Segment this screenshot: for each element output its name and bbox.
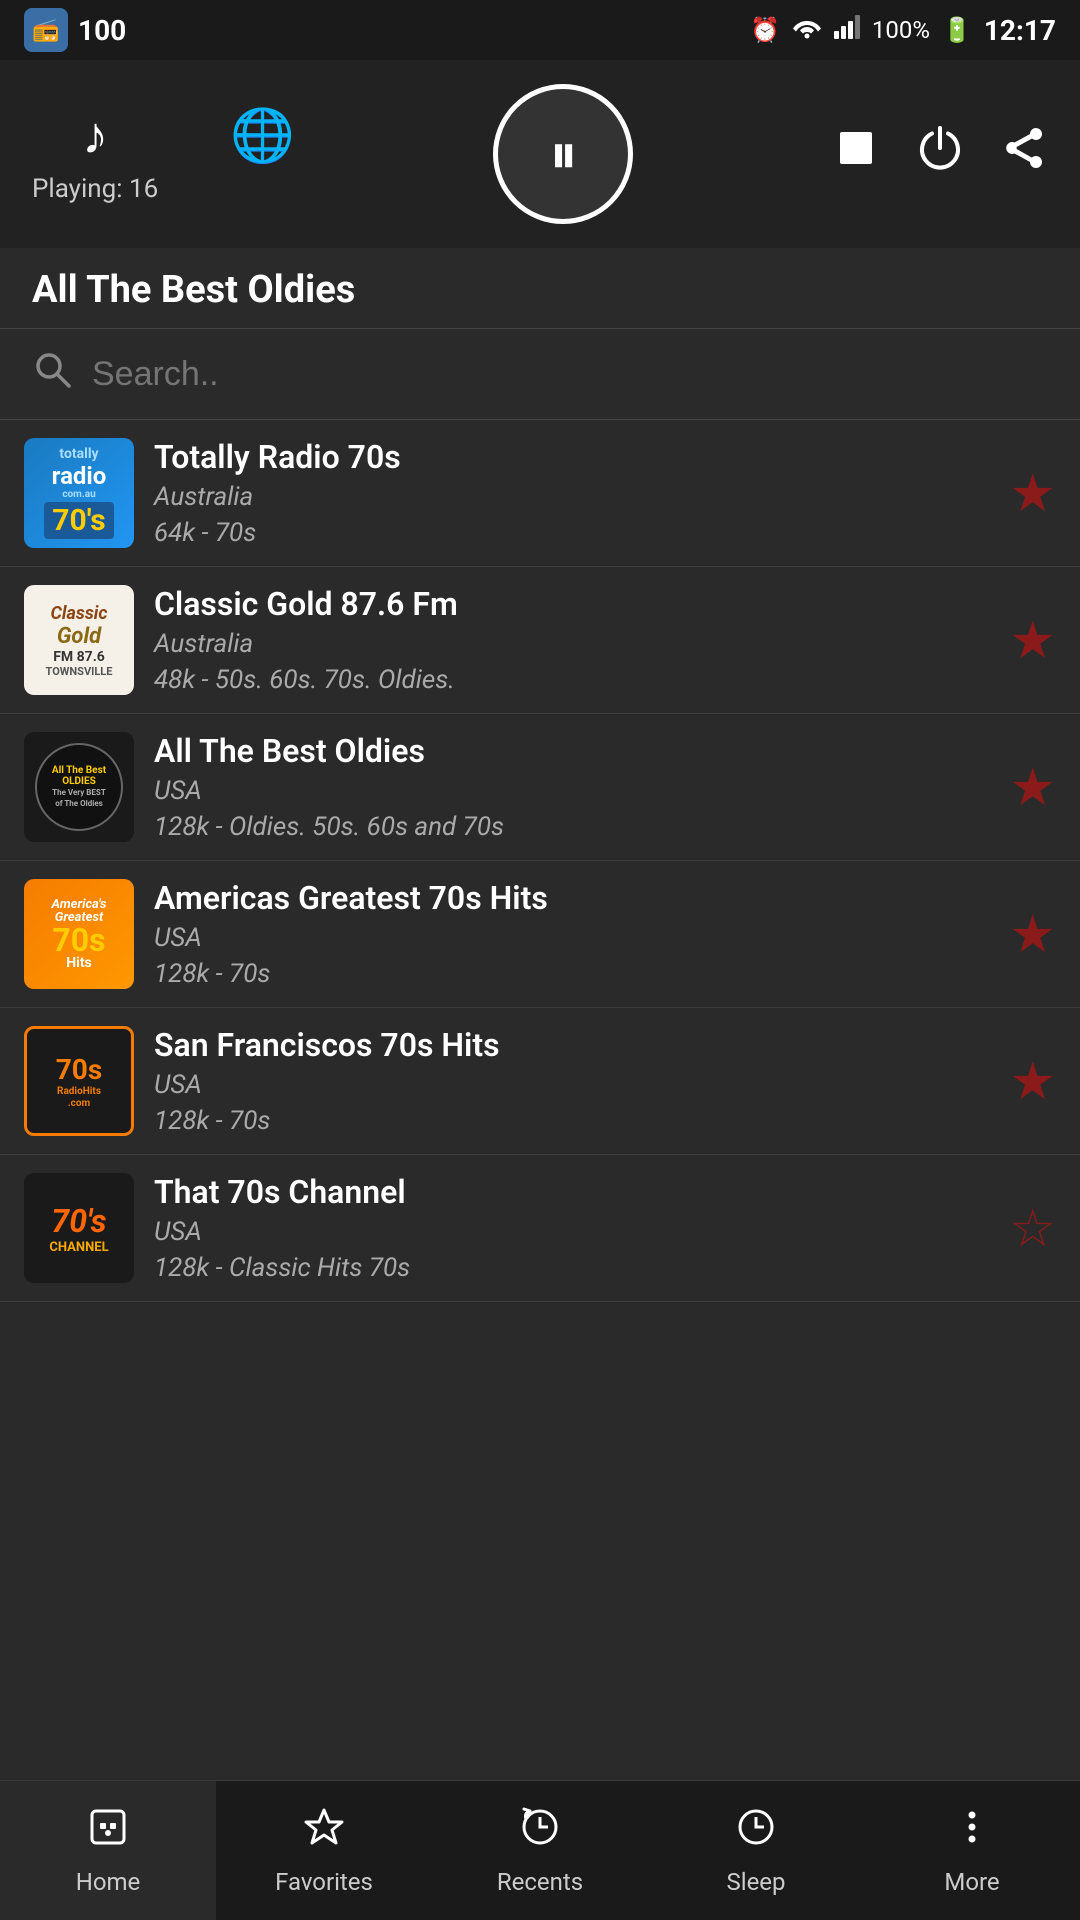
station-info: Classic Gold 87.6 Fm Australia 48k - 50s… <box>154 585 989 695</box>
station-meta: 128k - 70s <box>154 1106 989 1136</box>
nav-recents[interactable]: Recents <box>432 1781 648 1920</box>
station-country: USA <box>154 1070 989 1100</box>
station-country: USA <box>154 776 989 806</box>
station-meta: 128k - Oldies. 50s. 60s and 70s <box>154 812 989 842</box>
sleep-icon <box>734 1805 778 1860</box>
station-item[interactable]: Classic Gold FM 87.6 TOWNSVILLE Classic … <box>0 567 1080 714</box>
station-meta: 128k - Classic Hits 70s <box>154 1253 989 1283</box>
favorite-star[interactable]: ★ <box>1009 757 1056 818</box>
favorite-star[interactable]: ☆ <box>1009 1198 1056 1259</box>
search-bar[interactable] <box>0 329 1080 420</box>
music-icon: ♪ <box>82 105 108 166</box>
station-info: Totally Radio 70s Australia 64k - 70s <box>154 438 989 548</box>
stop-button[interactable] <box>832 124 880 184</box>
station-info: All The Best Oldies USA 128k - Oldies. 5… <box>154 732 989 842</box>
station-name: San Franciscos 70s Hits <box>154 1026 989 1064</box>
home-label: Home <box>76 1868 141 1896</box>
signal-icon <box>834 15 860 45</box>
search-input[interactable] <box>92 355 1048 394</box>
pause-icon: ⏸ <box>549 126 577 182</box>
station-item[interactable]: All The BestOLDIESThe Very BESTof The Ol… <box>0 714 1080 861</box>
station-info: Americas Greatest 70s Hits USA 128k - 70… <box>154 879 989 989</box>
recents-icon <box>518 1805 562 1860</box>
player-right <box>832 124 1048 184</box>
home-icon <box>86 1805 130 1860</box>
favorites-label: Favorites <box>275 1868 373 1896</box>
station-country: USA <box>154 923 989 953</box>
station-name: Americas Greatest 70s Hits <box>154 879 989 917</box>
nav-home[interactable]: Home <box>0 1781 216 1920</box>
player-icons-left: ♪ Playing: 16 🌐 <box>32 105 295 204</box>
station-item[interactable]: 70's CHANNEL That 70s Channel USA 128k -… <box>0 1155 1080 1302</box>
now-playing-title: All The Best Oldies <box>32 268 355 312</box>
share-button[interactable] <box>1000 124 1048 184</box>
favorite-star[interactable]: ★ <box>1009 904 1056 965</box>
sleep-label: Sleep <box>726 1868 785 1896</box>
station-logo: Classic Gold FM 87.6 TOWNSVILLE <box>24 585 134 695</box>
station-item[interactable]: America'sGreatest 70s Hits Americas Grea… <box>0 861 1080 1008</box>
more-label: More <box>944 1868 999 1896</box>
station-item[interactable]: totally radio com.au 70's Totally Radio … <box>0 420 1080 567</box>
station-item[interactable]: 70s RadioHits.com San Franciscos 70s Hit… <box>0 1008 1080 1155</box>
favorites-icon <box>302 1805 346 1860</box>
wifi-icon <box>792 15 822 45</box>
nav-sleep[interactable]: Sleep <box>648 1781 864 1920</box>
station-country: Australia <box>154 629 989 659</box>
station-logo: totally radio com.au 70's <box>24 438 134 548</box>
player-header: ♪ Playing: 16 🌐 ⏸ <box>0 60 1080 248</box>
station-country: Australia <box>154 482 989 512</box>
station-name: Totally Radio 70s <box>154 438 989 476</box>
search-icon <box>32 349 72 399</box>
station-logo: 70s RadioHits.com <box>24 1026 134 1136</box>
status-right: ⏰ 100% 🔋 12:17 <box>750 14 1056 47</box>
favorite-star[interactable]: ★ <box>1009 463 1056 524</box>
app-icon: 📻 <box>24 8 68 52</box>
nav-more[interactable]: More <box>864 1781 1080 1920</box>
status-bar: 📻 100 ⏰ 100% 🔋 12:17 <box>0 0 1080 60</box>
station-meta: 48k - 50s. 60s. 70s. Oldies. <box>154 665 989 695</box>
battery-percent: 100% <box>872 16 930 44</box>
station-info: That 70s Channel USA 128k - Classic Hits… <box>154 1173 989 1283</box>
station-list: totally radio com.au 70's Totally Radio … <box>0 420 1080 1780</box>
station-name: All The Best Oldies <box>154 732 989 770</box>
more-icon <box>950 1805 994 1860</box>
station-logo: All The BestOLDIESThe Very BESTof The Ol… <box>24 732 134 842</box>
favorite-star[interactable]: ★ <box>1009 610 1056 671</box>
status-number: 100 <box>78 14 126 47</box>
globe-icon: 🌐 <box>230 105 295 166</box>
playing-text: Playing: 16 <box>32 174 158 204</box>
now-playing-section: All The Best Oldies <box>0 248 1080 328</box>
station-logo: 70's CHANNEL <box>24 1173 134 1283</box>
pause-button[interactable]: ⏸ <box>493 84 633 224</box>
status-left: 📻 100 <box>24 8 126 52</box>
status-time: 12:17 <box>984 14 1056 47</box>
station-country: USA <box>154 1217 989 1247</box>
station-name: Classic Gold 87.6 Fm <box>154 585 989 623</box>
bottom-nav: Home Favorites Recents Sleep <box>0 1780 1080 1920</box>
recents-label: Recents <box>497 1868 583 1896</box>
station-name: That 70s Channel <box>154 1173 989 1211</box>
station-meta: 128k - 70s <box>154 959 989 989</box>
nav-favorites[interactable]: Favorites <box>216 1781 432 1920</box>
station-meta: 64k - 70s <box>154 518 989 548</box>
battery-icon: 🔋 <box>942 16 972 44</box>
station-info: San Franciscos 70s Hits USA 128k - 70s <box>154 1026 989 1136</box>
alarm-icon: ⏰ <box>750 16 780 44</box>
power-button[interactable] <box>916 124 964 184</box>
favorite-star[interactable]: ★ <box>1009 1051 1056 1112</box>
station-logo: America'sGreatest 70s Hits <box>24 879 134 989</box>
player-center[interactable]: ⏸ <box>493 84 633 224</box>
content-area: ♪ Playing: 16 🌐 ⏸ <box>0 60 1080 1780</box>
